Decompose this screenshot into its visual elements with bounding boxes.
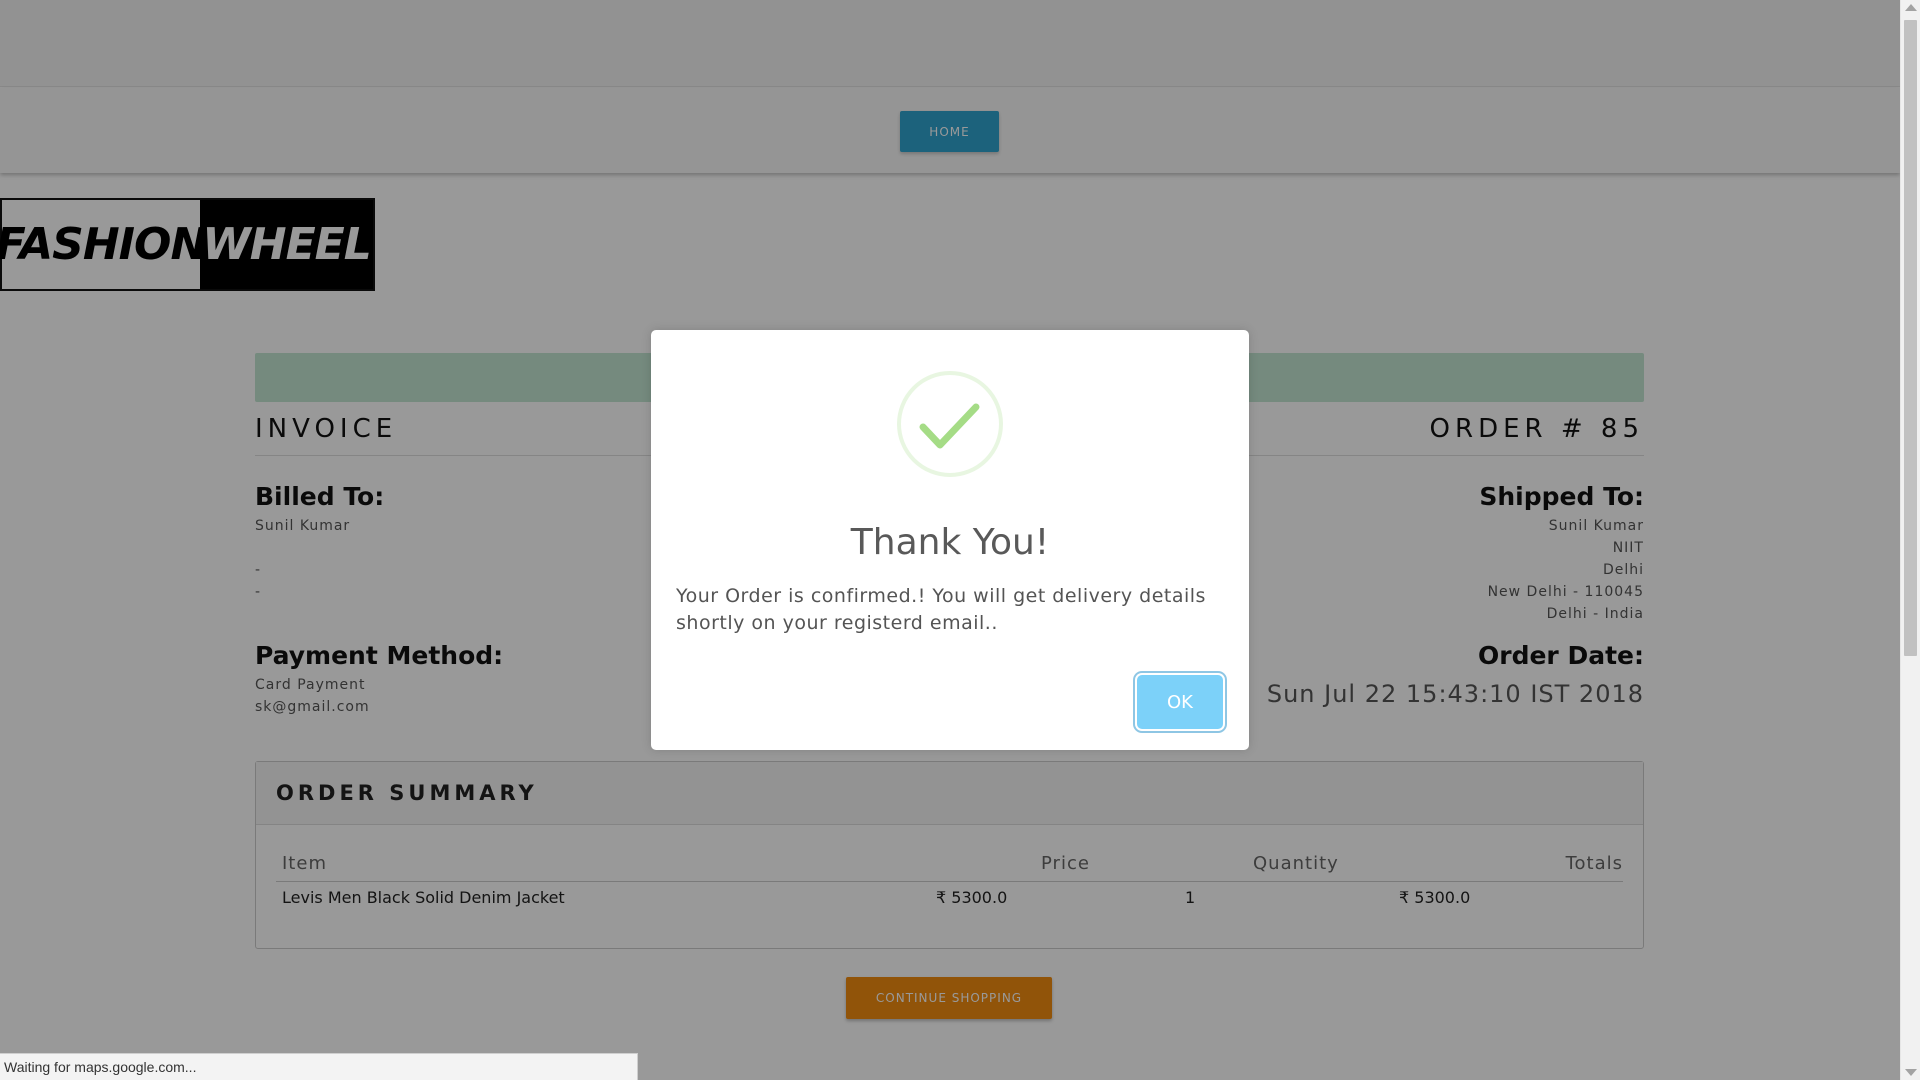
success-check-icon <box>897 371 1003 477</box>
browser-status-bar: Waiting for maps.google.com... <box>0 1053 638 1080</box>
vertical-scrollbar[interactable] <box>1900 0 1920 1080</box>
dialog-message: Your Order is confirmed.! You will get d… <box>676 585 1206 634</box>
scroll-down-arrow-icon[interactable] <box>1905 1069 1917 1076</box>
dialog-title: Thank You! <box>850 522 1050 563</box>
scroll-up-arrow-icon[interactable] <box>1905 4 1917 11</box>
ok-button[interactable]: OK <box>1137 675 1223 729</box>
scrollbar-thumb[interactable] <box>1904 20 1917 656</box>
confirmation-dialog: Thank You! Your Order is confirmed.! You… <box>651 330 1249 750</box>
